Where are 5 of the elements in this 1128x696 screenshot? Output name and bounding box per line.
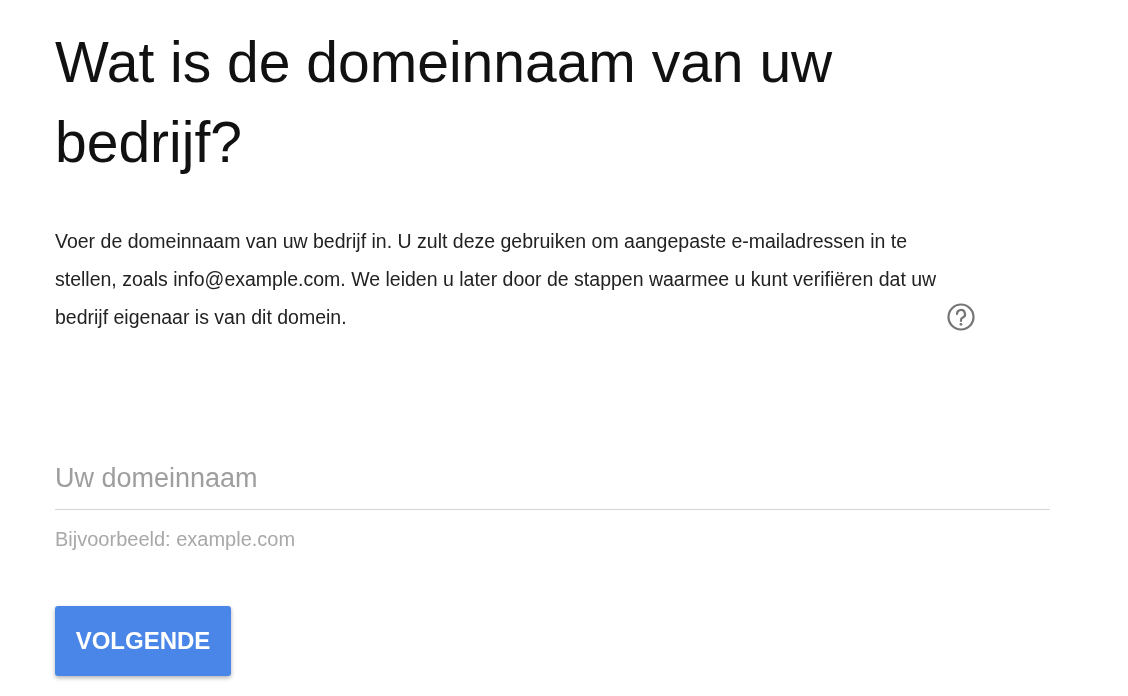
next-button[interactable]: VOLGENDE	[55, 605, 231, 676]
help-icon[interactable]	[946, 302, 976, 332]
field-hint: Bijvoorbeeld: example.com	[55, 526, 297, 552]
page-heading: Wat is de domeinnaam van uw bedrijf?	[55, 29, 834, 176]
description-text: Voer de domeinnaam van uw bedrijf in. U zult deze gebruiken om aangepaste e-mailadressen in te stellen, zoals info@example.com. We leiden u later door de stappen waarmee u kunt verifiëren dat uw bedrijf eigenaar is van dit domein.	[55, 229, 938, 330]
